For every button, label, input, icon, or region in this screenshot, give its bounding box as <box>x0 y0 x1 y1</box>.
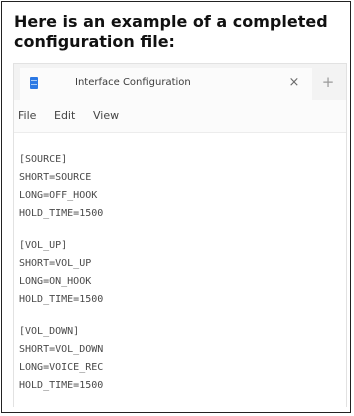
editor-line: SHORT=VOL_DOWN <box>19 344 104 355</box>
editor-line: [VOL_UP] <box>19 240 68 251</box>
editor-line: LONG=OFF_HOOK <box>19 190 98 201</box>
menu-file[interactable]: File <box>18 109 36 123</box>
editor-line: [VOL_DOWN] <box>19 326 80 337</box>
caption-text: Here is an example of a completed config… <box>14 12 328 51</box>
new-tab-icon[interactable]: + <box>318 72 338 92</box>
tab-title: Interface Configuration <box>75 77 191 88</box>
editor-line: HOLD_TIME=1500 <box>19 380 104 391</box>
editor-line: LONG=VOICE_REC <box>19 362 104 373</box>
text-editor[interactable]: [SOURCE] SHORT=SOURCE LONG=OFF_HOOK HOLD… <box>14 133 346 407</box>
screenshot-frame: Here is an example of a completed config… <box>1 1 351 413</box>
editor-line <box>19 223 339 237</box>
menu-bar: File Edit View <box>14 100 346 133</box>
editor-line: LONG=ON_HOOK <box>19 276 92 287</box>
editor-line: SHORT=SOURCE <box>19 172 92 183</box>
editor-line: HOLD_TIME=1500 <box>19 208 104 219</box>
editor-line: HOLD_TIME=1500 <box>19 294 104 305</box>
menu-edit[interactable]: Edit <box>54 109 75 123</box>
tab-bar: Interface Configuration × + <box>14 64 346 100</box>
close-tab-icon[interactable]: × <box>284 73 304 93</box>
editor-line: SHORT=VOL_UP <box>19 258 92 269</box>
editor-line: [SOURCE] <box>19 154 68 165</box>
notepad-window: Interface Configuration × + File Edit Vi… <box>13 63 347 407</box>
menu-view[interactable]: View <box>93 109 119 123</box>
notepad-icon <box>30 77 38 89</box>
tab-interface-configuration[interactable]: Interface Configuration × <box>20 68 312 100</box>
editor-lines: [SOURCE] SHORT=SOURCE LONG=OFF_HOOK HOLD… <box>19 151 339 395</box>
editor-line <box>19 309 339 323</box>
